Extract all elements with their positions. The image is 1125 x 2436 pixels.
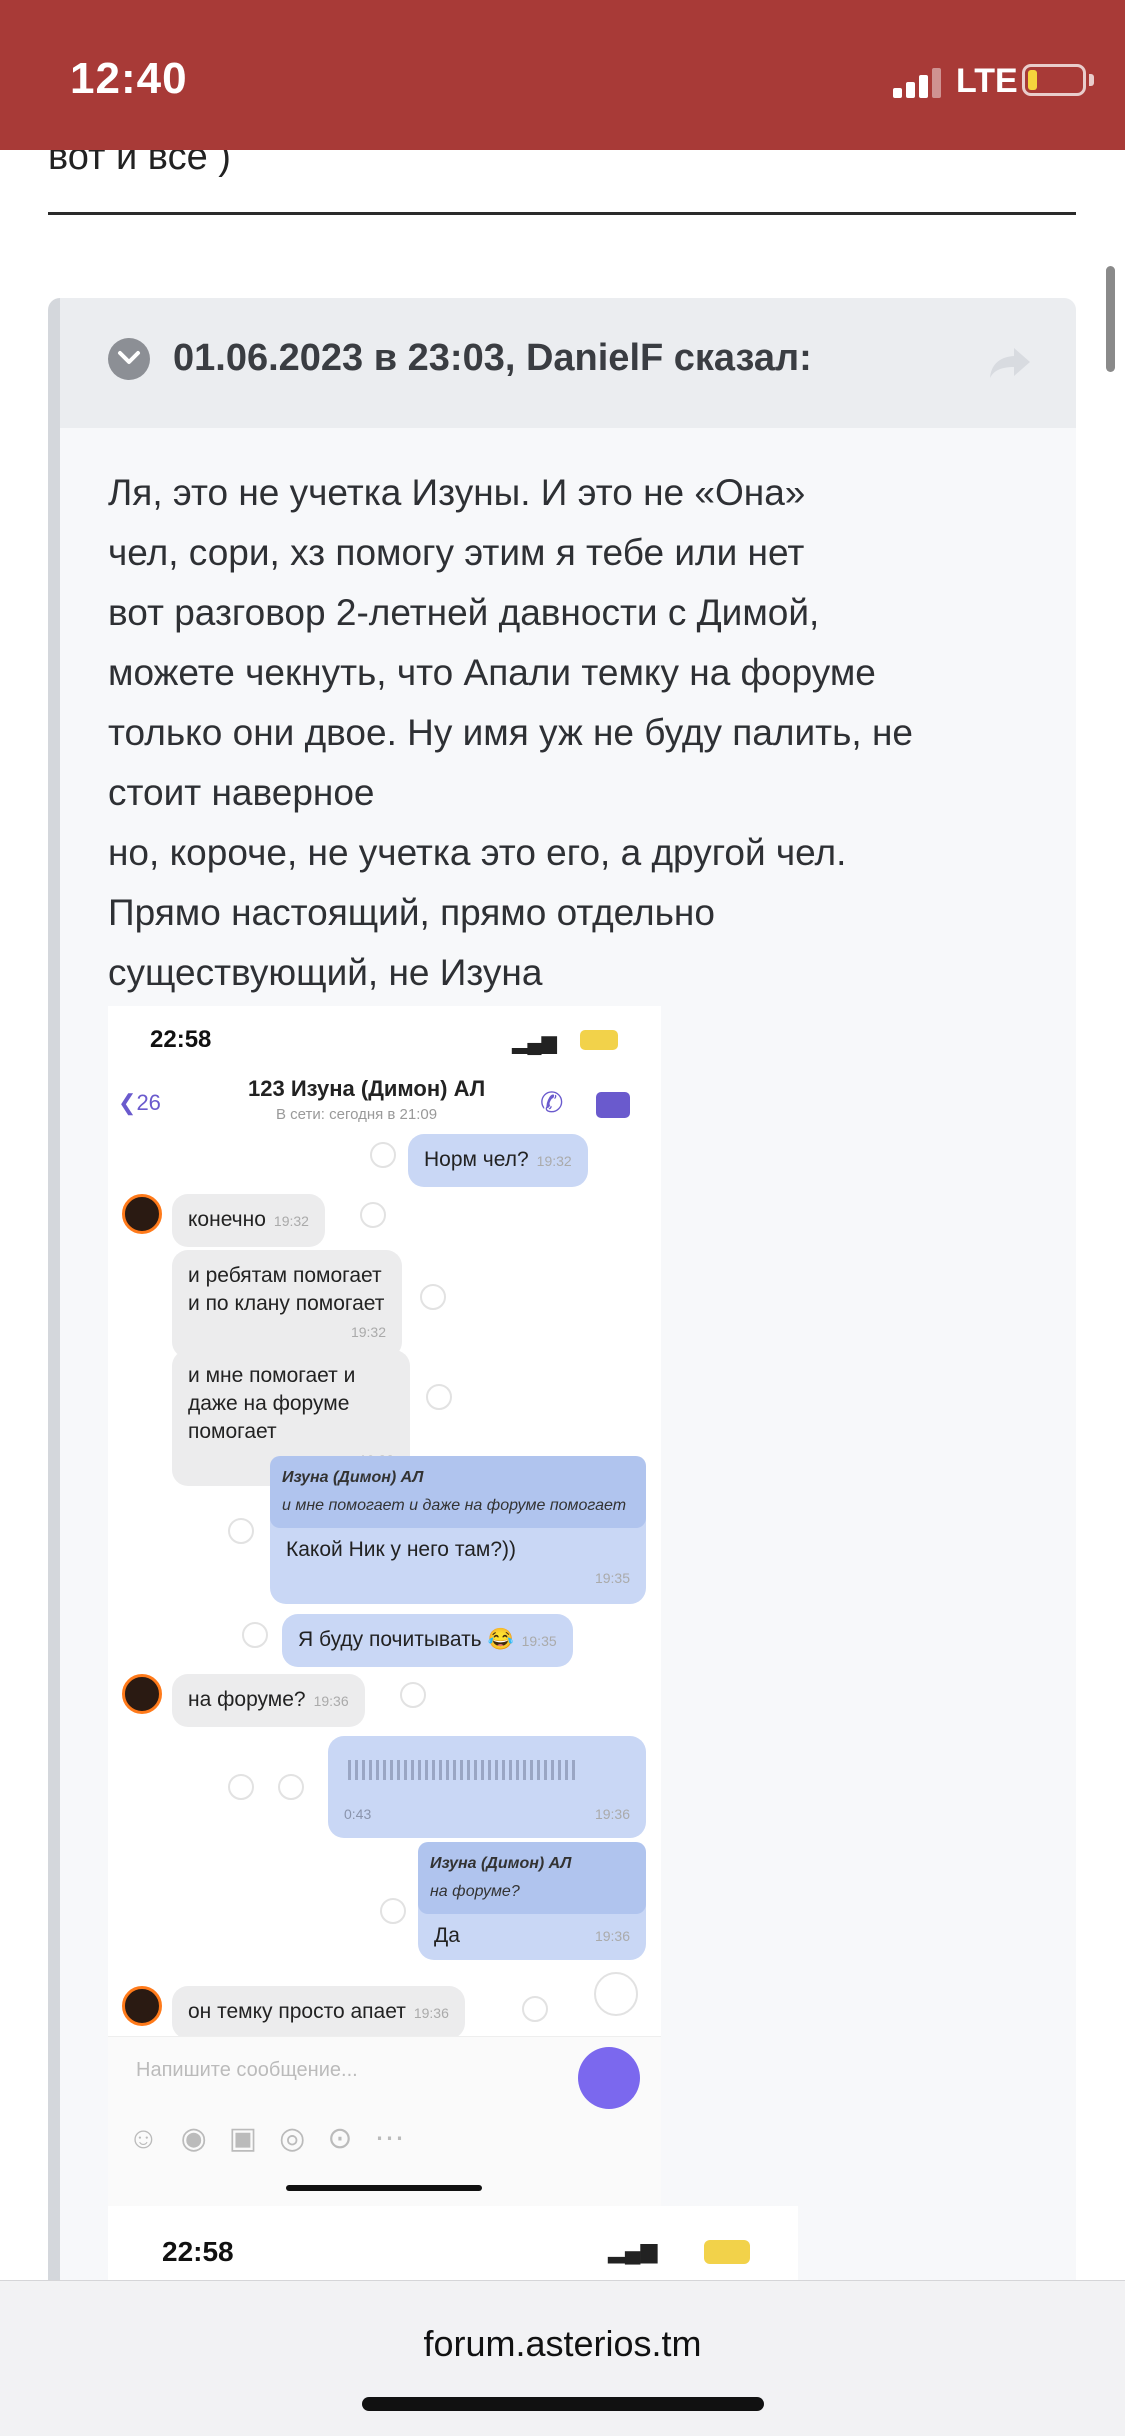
heart-icon: [420, 1284, 446, 1310]
quote-line: стоит наверное: [108, 772, 375, 813]
post-divider: [48, 212, 1076, 215]
quote-line: но, короче, не учетка это его, а другой …: [108, 832, 847, 873]
quote-line: только они двое. Ну имя уж не буду палит…: [108, 712, 913, 753]
avatar: [122, 1194, 162, 1234]
phone-icon: ✆: [540, 1087, 564, 1118]
video-call-icon: [596, 1092, 630, 1118]
status-bar: 12:40 LTE: [0, 0, 1125, 150]
screenshot-input-placeholder: Напишите сообщение...: [136, 2059, 358, 2081]
share-icon[interactable]: [988, 346, 1032, 385]
quote-line: чел, сори, хз помогу этим я тебе или нет: [108, 532, 805, 573]
voice-waveform: [348, 1760, 578, 1780]
quote-line: вот разговор 2-летней давности с Димой,: [108, 592, 820, 633]
message-bubble: Норм чел? 19:32: [408, 1134, 588, 1187]
heart-icon: [370, 1142, 396, 1168]
chat-screenshot-image[interactable]: 22:58 ▂▄▆ ❮26 123 Изуна (Димон) АЛ В сет…: [108, 1006, 661, 2206]
status-time: 12:40: [70, 54, 188, 103]
heart-icon: [360, 1202, 386, 1228]
quote-line: Ля, это не учетка Изуны. И это не «Она»: [108, 472, 806, 513]
message-bubble: он темку просто апает 19:36: [172, 1986, 465, 2039]
message-bubble: Изуна (Димон) АЛ и мне помогает и даже на…: [270, 1456, 646, 1604]
message-bubble: на форуме? 19:36: [172, 1674, 365, 1727]
quote-line: можете чекнуть, что Апали темку на форум…: [108, 652, 876, 693]
scroll-down-icon: [594, 1972, 638, 2016]
heart-icon: [278, 1774, 304, 1800]
message-bubble: Я буду почитывать 😂 19:35: [282, 1614, 573, 1667]
second-screenshot-battery-icon: [704, 2240, 750, 2264]
avatar: [122, 1986, 162, 2026]
screenshot-time: 22:58: [150, 1026, 212, 1053]
scrollbar[interactable]: [1106, 266, 1115, 372]
network-type: LTE: [956, 62, 1018, 100]
second-screenshot-signal-icon: ▂▄▆: [608, 2238, 658, 2263]
second-screenshot-image[interactable]: 22:58 ▂▄▆: [108, 2206, 798, 2288]
heart-icon: [242, 1622, 268, 1648]
screenshot-tool-icons: ☺◉▣◎⊙⋯: [128, 2122, 427, 2155]
signal-icon: [893, 68, 941, 98]
screenshot-chat-title: 123 Изуна (Димон) АЛ: [248, 1076, 486, 1101]
avatar: [122, 1674, 162, 1714]
heart-icon: [228, 1518, 254, 1544]
reply-quote: Изуна (Димон) АЛ на форуме?: [418, 1842, 646, 1914]
second-screenshot-time: 22:58: [162, 2236, 234, 2267]
back-count: 26: [136, 1090, 161, 1115]
browser-bottom-bar: forum.asterios.tm: [0, 2280, 1125, 2436]
heart-icon: [380, 1898, 406, 1924]
share-icon: [228, 1774, 254, 1800]
heart-icon: [400, 1682, 426, 1708]
heart-icon: [426, 1384, 452, 1410]
quote-line: существующий, не Изуна: [108, 952, 543, 993]
voice-message: 0:43 19:36: [328, 1736, 646, 1838]
home-indicator[interactable]: [362, 2397, 764, 2411]
screenshot-home-indicator: [286, 2185, 482, 2191]
screenshot-signal-icon: ▂▄▆: [512, 1032, 557, 1054]
quote-attribution[interactable]: 01.06.2023 в 23:03, DanielF сказал:: [173, 337, 812, 380]
quote-line: Прямо настоящий, прямо отдельно: [108, 892, 715, 933]
screenshot-input-bar: Напишите сообщение... ☺◉▣◎⊙⋯: [108, 2036, 661, 2206]
screenshot-battery-icon: [580, 1030, 618, 1050]
message-bubble: Изуна (Димон) АЛ на форуме? Да 19:36: [418, 1842, 646, 1960]
microphone-icon: [578, 2047, 640, 2109]
screenshot-back-button: ❮26: [118, 1090, 161, 1115]
url-field[interactable]: forum.asterios.tm: [0, 2323, 1125, 2365]
battery-icon: [1022, 64, 1086, 96]
expand-quote-button[interactable]: [108, 338, 150, 380]
battery-tip: [1089, 74, 1094, 86]
screenshot-chat-status: В сети: сегодня в 21:09: [276, 1106, 438, 1123]
message-bubble: конечно 19:32: [172, 1194, 325, 1247]
chevron-down-icon: [118, 351, 140, 364]
reply-quote: Изуна (Димон) АЛ и мне помогает и даже на…: [270, 1456, 646, 1528]
message-bubble: и ребятам помогает и по клану помогает 19…: [172, 1250, 402, 1358]
heart-icon: [522, 1996, 548, 2022]
